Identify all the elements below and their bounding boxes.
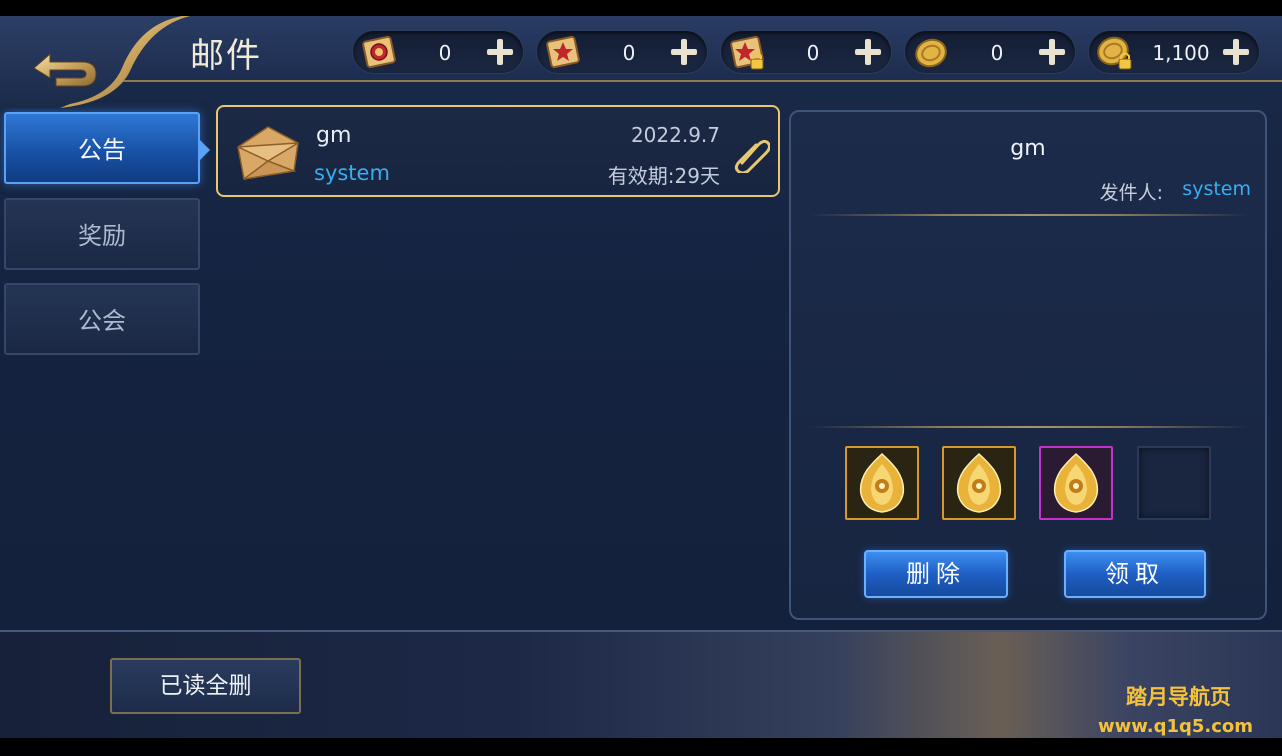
delete-all-read-button[interactable]: 已读全删 (110, 658, 301, 714)
letterbox-bottom (0, 738, 1282, 756)
envelope-icon (237, 126, 299, 180)
back-arrow-icon (0, 16, 190, 108)
currency-value: 0 (622, 41, 636, 65)
page-title: 邮件 (190, 36, 262, 76)
plus-icon[interactable] (1035, 35, 1069, 69)
currency-gold-coin[interactable]: 0 (904, 30, 1076, 74)
letterbox-top (0, 0, 1282, 16)
sender-value: system (1182, 178, 1251, 200)
currency-value: 1,100 (1152, 41, 1210, 65)
tab-label: 公会 (78, 307, 126, 335)
plus-icon[interactable] (667, 35, 701, 69)
tab-guild[interactable]: 公会 (4, 283, 200, 355)
mail-expiry: 有效期:29天 (607, 164, 720, 188)
mail-detail-panel: gm 发件人: system 删除 领取 (789, 110, 1267, 620)
delete-button[interactable]: 删除 (864, 550, 1008, 598)
watermark-url: www.q1q5.com (1098, 716, 1254, 737)
locked-gold-coin-icon (1097, 36, 1132, 70)
plus-icon[interactable] (1219, 35, 1253, 69)
attachment-slot[interactable] (1039, 446, 1113, 520)
gold-coin-icon (915, 38, 947, 68)
mail-screen: 邮件 0 0 0 0 1,100 公告 奖励 公会 gm system 2022… (0, 0, 1282, 756)
currency-value: 0 (990, 41, 1004, 65)
currency-locked-scroll[interactable]: 0 (720, 30, 892, 74)
currency-locked-gold-coin[interactable]: 1,100 (1088, 30, 1260, 74)
active-tab-pointer (198, 138, 210, 162)
currency-value: 0 (438, 41, 452, 65)
red-scroll-icon (362, 35, 396, 69)
currency-value: 0 (806, 41, 820, 65)
tab-label: 公告 (78, 136, 126, 164)
golden-flame-egg-icon (859, 452, 905, 513)
detail-title: gm (1010, 136, 1046, 161)
mail-date: 2022.9.7 (630, 123, 720, 147)
golden-flame-egg-icon (956, 452, 1002, 513)
attachment-slot-empty (1137, 446, 1211, 520)
plus-icon[interactable] (483, 35, 517, 69)
tab-announcement[interactable]: 公告 (4, 112, 210, 184)
plus-icon[interactable] (851, 35, 885, 69)
locked-scroll-icon (730, 35, 764, 70)
tab-label: 奖励 (78, 222, 126, 250)
star-scroll-icon (546, 35, 580, 69)
watermark-title: 踏月导航页 (1126, 685, 1231, 709)
mail-from: system (314, 161, 390, 185)
paperclip-icon (734, 139, 770, 173)
attachment-slot[interactable] (845, 446, 919, 520)
mail-sender: gm (316, 123, 352, 148)
attachment-slot[interactable] (942, 446, 1016, 520)
golden-flame-egg-icon (1053, 452, 1099, 513)
currency-red-scroll[interactable]: 0 (352, 30, 524, 74)
claim-button[interactable]: 领取 (1064, 550, 1206, 598)
tab-rewards[interactable]: 奖励 (4, 198, 200, 270)
back-button[interactable] (0, 16, 200, 108)
mail-list-item[interactable]: gm system 2022.9.7 有效期:29天 (216, 105, 780, 197)
divider (809, 214, 1249, 216)
divider (809, 426, 1249, 428)
sender-label: 发件人: (1099, 182, 1163, 204)
currency-star-scroll[interactable]: 0 (536, 30, 708, 74)
